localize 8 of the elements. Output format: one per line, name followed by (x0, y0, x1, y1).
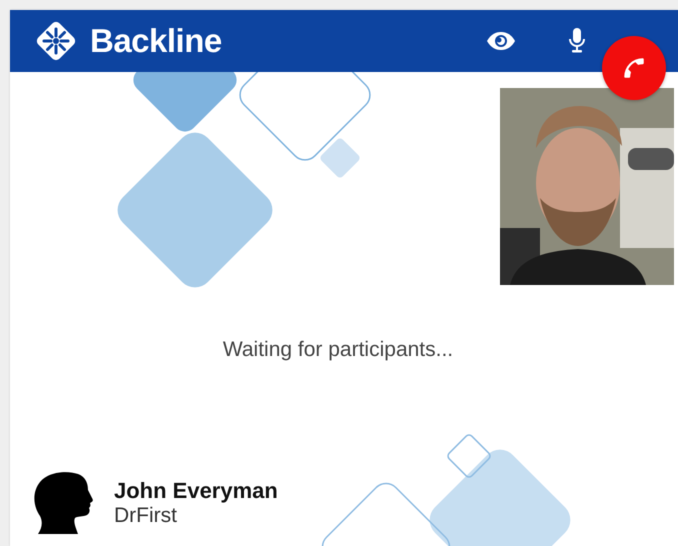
status-message: Waiting for participants... (222, 338, 454, 362)
brand-name: Backline (90, 22, 222, 60)
microphone-button[interactable] (568, 28, 586, 54)
eye-icon (486, 31, 516, 51)
microphone-icon (568, 28, 586, 54)
view-button[interactable] (486, 31, 516, 51)
participant-organization: DrFirst (114, 504, 178, 528)
participant-name: John Everyman (114, 478, 278, 504)
